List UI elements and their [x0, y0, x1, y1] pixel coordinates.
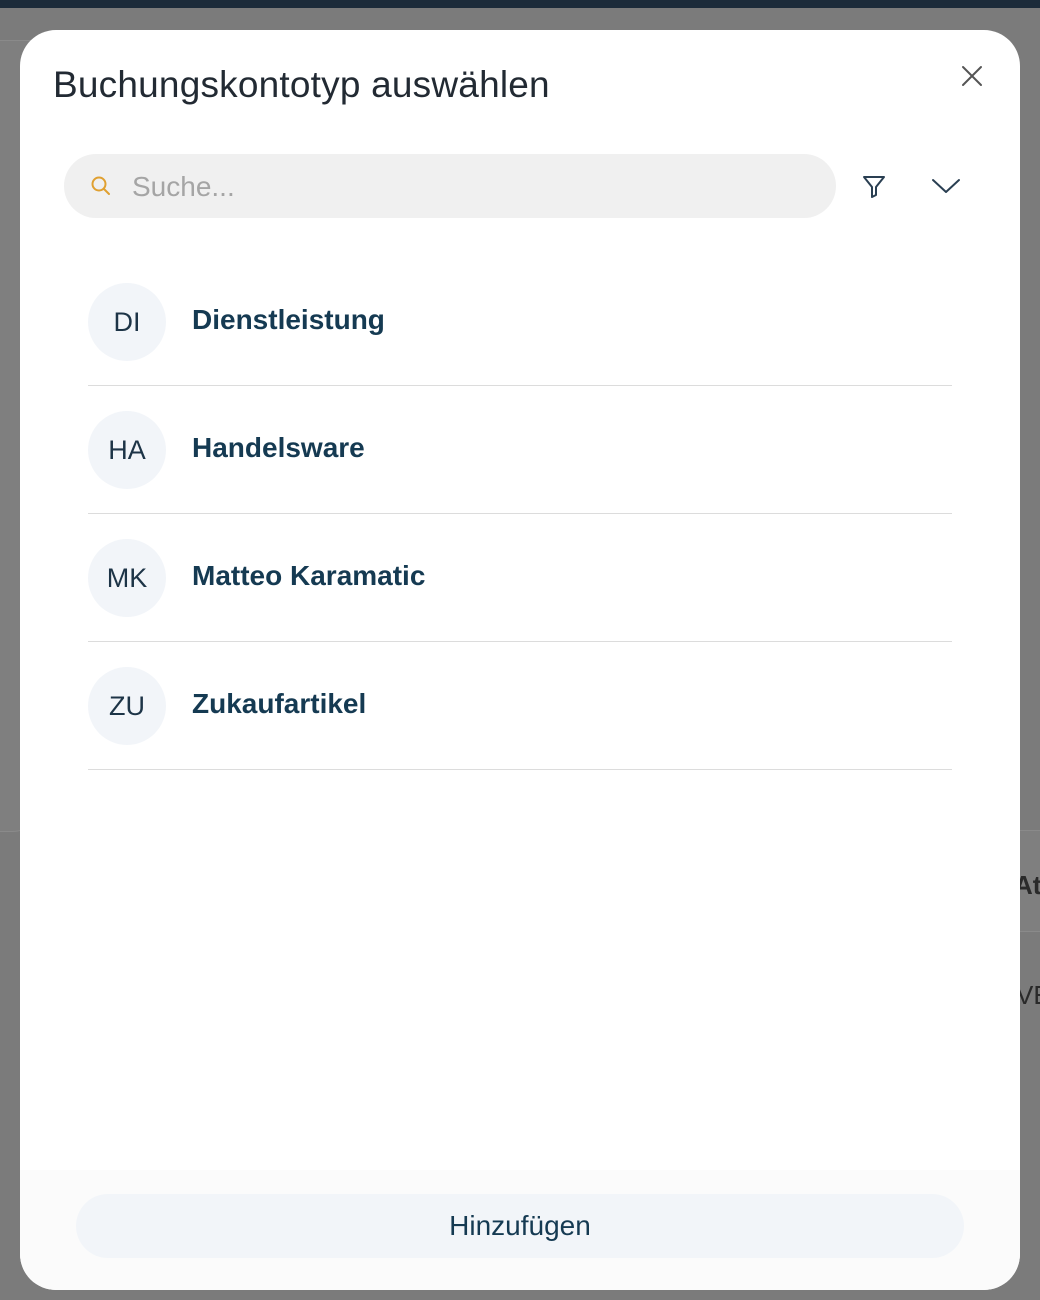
select-account-type-dialog: Buchungskontotyp auswählen DI Dienstleis… — [20, 30, 1020, 1290]
account-type-list: DI Dienstleistung HA Handelsware MK Matt… — [88, 258, 952, 770]
close-icon — [962, 66, 982, 86]
dialog-title: Buchungskontotyp auswählen — [53, 64, 550, 105]
avatar: HA — [88, 411, 166, 489]
expand-button[interactable] — [928, 170, 964, 202]
dialog-footer: Hinzufügen — [20, 1170, 1020, 1290]
list-item-label: Matteo Karamatic — [192, 560, 426, 591]
avatar: DI — [88, 283, 166, 361]
close-button[interactable] — [956, 60, 988, 92]
avatar: ZU — [88, 667, 166, 745]
list-item-label: Zukaufartikel — [192, 688, 367, 719]
list-item-dienstleistung[interactable]: DI Dienstleistung — [88, 258, 952, 386]
filter-button[interactable] — [858, 170, 890, 202]
search-input[interactable] — [130, 154, 824, 220]
list-item-label: Dienstleistung — [192, 304, 385, 335]
list-item-handelsware[interactable]: HA Handelsware — [88, 386, 952, 514]
list-item-zukaufartikel[interactable]: ZU Zukaufartikel — [88, 642, 952, 770]
add-button[interactable]: Hinzufügen — [76, 1194, 964, 1258]
avatar: MK — [88, 539, 166, 617]
filter-icon — [863, 176, 885, 198]
app-top-bar — [0, 0, 1040, 8]
list-item-label: Handelsware — [192, 432, 365, 463]
search-field[interactable] — [64, 154, 836, 220]
list-item-matteo-karamatic[interactable]: MK Matteo Karamatic — [88, 514, 952, 642]
chevron-down-icon — [932, 179, 960, 193]
search-icon — [91, 176, 110, 195]
